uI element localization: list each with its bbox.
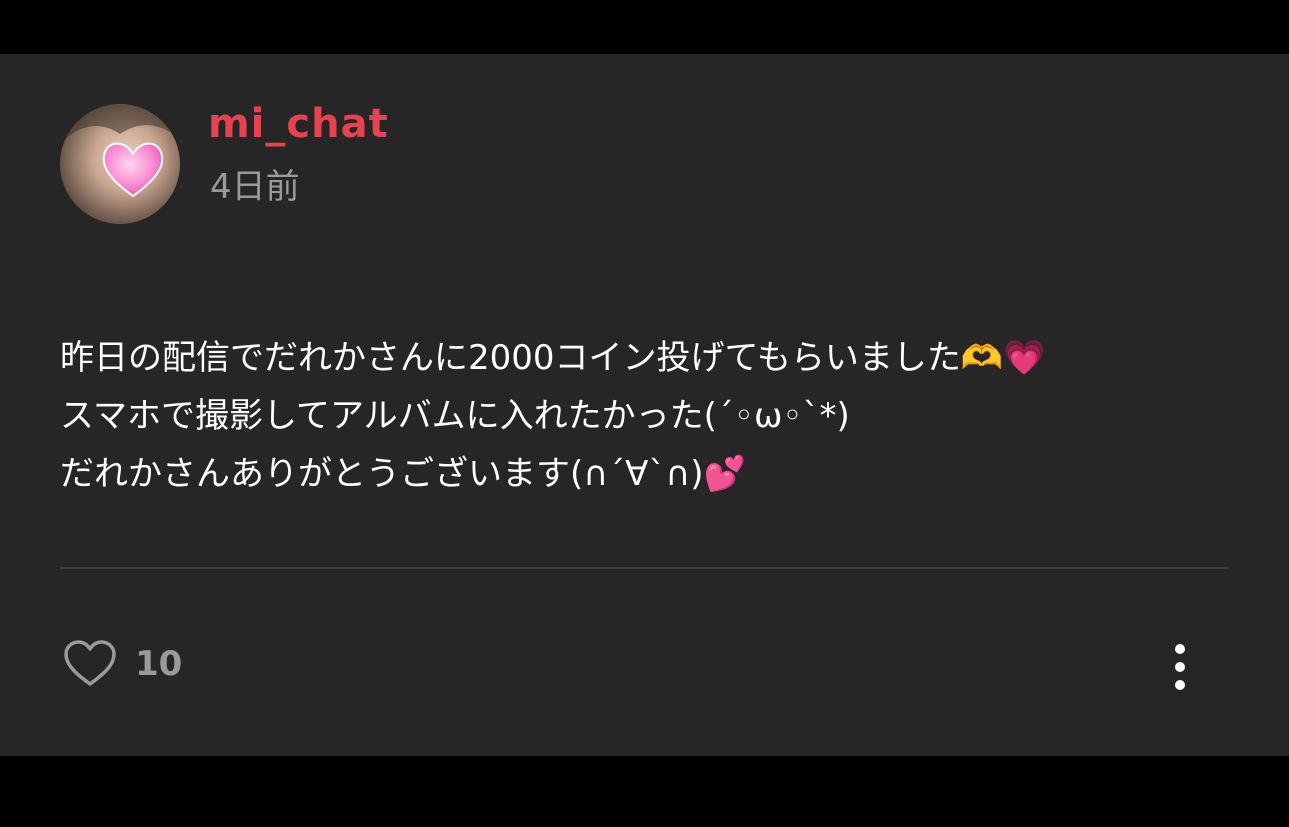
post-timestamp: 4日前	[210, 167, 300, 207]
divider	[60, 567, 1229, 569]
post-card: mi_chat 4日前 昨日の配信でだれかさんに2000コイン投げてもらいました…	[0, 54, 1289, 756]
heart-sticker-icon	[60, 104, 180, 198]
post-body: 昨日の配信でだれかさんに2000コイン投げてもらいました🫶💗 スマホで撮影してア…	[60, 329, 1220, 503]
heart-outline-icon	[64, 640, 116, 686]
like-count: 10	[135, 644, 183, 684]
post-body-line-2: スマホで撮影してアルバムに入れたかった(´◦ω◦`*)	[60, 396, 850, 436]
page: mi_chat 4日前 昨日の配信でだれかさんに2000コイン投げてもらいました…	[0, 0, 1289, 827]
like-button[interactable]	[62, 638, 118, 690]
more-options-button[interactable]	[1160, 638, 1202, 698]
post-body-line-3: だれかさんありがとうございます(∩´∀`∩)💕	[60, 454, 746, 494]
username[interactable]: mi_chat	[208, 102, 389, 146]
avatar[interactable]	[60, 104, 180, 224]
post-body-line-1: 昨日の配信でだれかさんに2000コイン投げてもらいました🫶💗	[60, 338, 1046, 378]
